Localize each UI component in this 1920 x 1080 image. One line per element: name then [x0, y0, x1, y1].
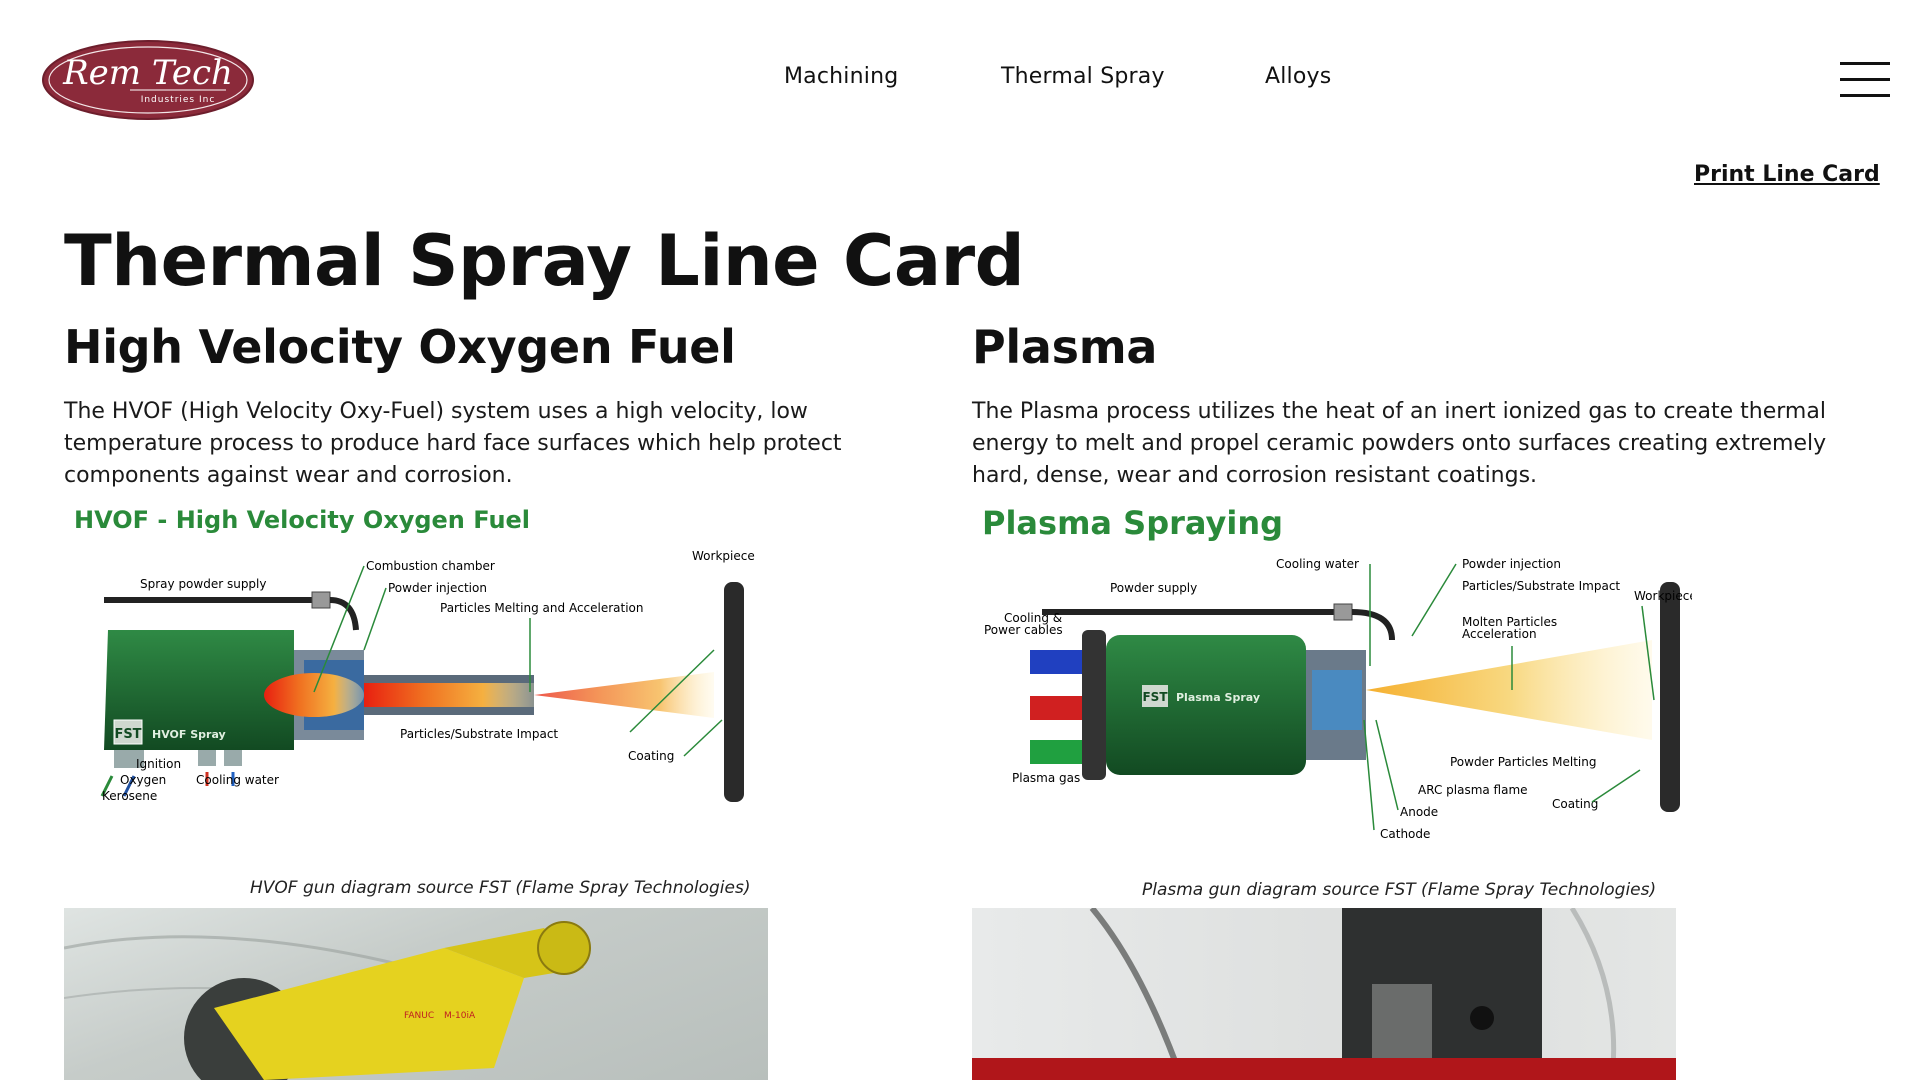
svg-text:Combustion chamber: Combustion chamber [366, 559, 495, 573]
svg-text:Plasma Spray: Plasma Spray [1176, 691, 1260, 704]
print-line-card-link[interactable]: Print Line Card [1694, 162, 1880, 187]
svg-text:FST: FST [114, 727, 141, 742]
plasma-caption: Plasma gun diagram source FST (Flame Spr… [1142, 880, 1657, 900]
svg-text:FST: FST [1142, 690, 1168, 704]
hvof-robot-photo: FANUC M-10iA [64, 908, 768, 1080]
svg-text:Cooling water: Cooling water [196, 773, 279, 787]
svg-text:M-10iA: M-10iA [444, 1011, 476, 1021]
svg-text:Ignition: Ignition [136, 757, 181, 771]
svg-text:Powder injection: Powder injection [388, 581, 487, 595]
svg-text:FANUC: FANUC [404, 1011, 434, 1021]
svg-text:Cooling water: Cooling water [1276, 557, 1359, 571]
hvof-diagram-title: HVOF - High Velocity Oxygen Fuel [74, 506, 530, 534]
svg-text:Powder injection: Powder injection [1462, 557, 1561, 571]
plasma-diagram: Plasma Spraying FST Plasma Spray Cooling… [972, 500, 1697, 850]
hamburger-line [1840, 78, 1890, 81]
plasma-gun-photo [972, 908, 1676, 1080]
svg-text:HVOF Spray: HVOF Spray [152, 728, 226, 741]
svg-text:Cathode: Cathode [1380, 827, 1430, 841]
svg-text:Spray powder supply: Spray powder supply [140, 577, 267, 591]
nav-thermal-spray[interactable]: Thermal Spray [1001, 64, 1165, 89]
svg-text:Particles/Substrate Impact: Particles/Substrate Impact [400, 727, 558, 741]
hvof-description: The HVOF (High Velocity Oxy-Fuel) system… [64, 399, 842, 488]
plasma-heading: Plasma [972, 320, 1158, 374]
plasma-description: The Plasma process utilizes the heat of … [972, 399, 1827, 488]
hvof-diagram: HVOF - High Velocity Oxygen Fuel FST HVO… [64, 500, 784, 850]
nav-machining[interactable]: Machining [784, 64, 898, 89]
nav-alloys[interactable]: Alloys [1265, 64, 1331, 89]
hvof-caption: HVOF gun diagram source FST (Flame Spray… [250, 878, 751, 898]
svg-text:Kerosene: Kerosene [102, 789, 157, 803]
svg-text:Workpiece: Workpiece [692, 549, 755, 563]
svg-text:Power cables: Power cables [984, 623, 1063, 637]
hvof-heading: High Velocity Oxygen Fuel [64, 320, 736, 374]
hvof-section: High Velocity Oxygen Fuel The HVOF (High… [64, 320, 924, 492]
svg-text:Plasma gas: Plasma gas [1012, 771, 1080, 785]
svg-text:Workpiece: Workpiece [1634, 589, 1692, 603]
svg-text:Particles/Substrate Impact: Particles/Substrate Impact [1462, 579, 1620, 593]
svg-text:Powder Particles Melting: Powder Particles Melting [1450, 755, 1596, 769]
svg-text:Coating: Coating [628, 749, 674, 763]
page-title: Thermal Spray Line Card [64, 220, 1025, 302]
svg-text:Acceleration: Acceleration [1462, 627, 1537, 641]
svg-text:Oxygen: Oxygen [120, 773, 166, 787]
svg-text:Coating: Coating [1552, 797, 1598, 811]
svg-text:ARC plasma flame: ARC plasma flame [1418, 783, 1528, 797]
hamburger-line [1840, 94, 1890, 97]
plasma-section: Plasma The Plasma process utilizes the h… [972, 320, 1832, 492]
hamburger-menu-icon[interactable] [1840, 60, 1892, 100]
hamburger-line [1840, 62, 1890, 65]
main-nav: Machining Thermal Spray Alloys [0, 64, 1920, 98]
svg-text:Particles Melting and Accelera: Particles Melting and Acceleration [440, 601, 644, 615]
site-header: Rem Tech Industries Inc Machining Therma… [0, 0, 1920, 160]
plasma-diagram-title: Plasma Spraying [982, 504, 1283, 542]
svg-text:Powder supply: Powder supply [1110, 581, 1197, 595]
svg-text:Anode: Anode [1400, 805, 1438, 819]
